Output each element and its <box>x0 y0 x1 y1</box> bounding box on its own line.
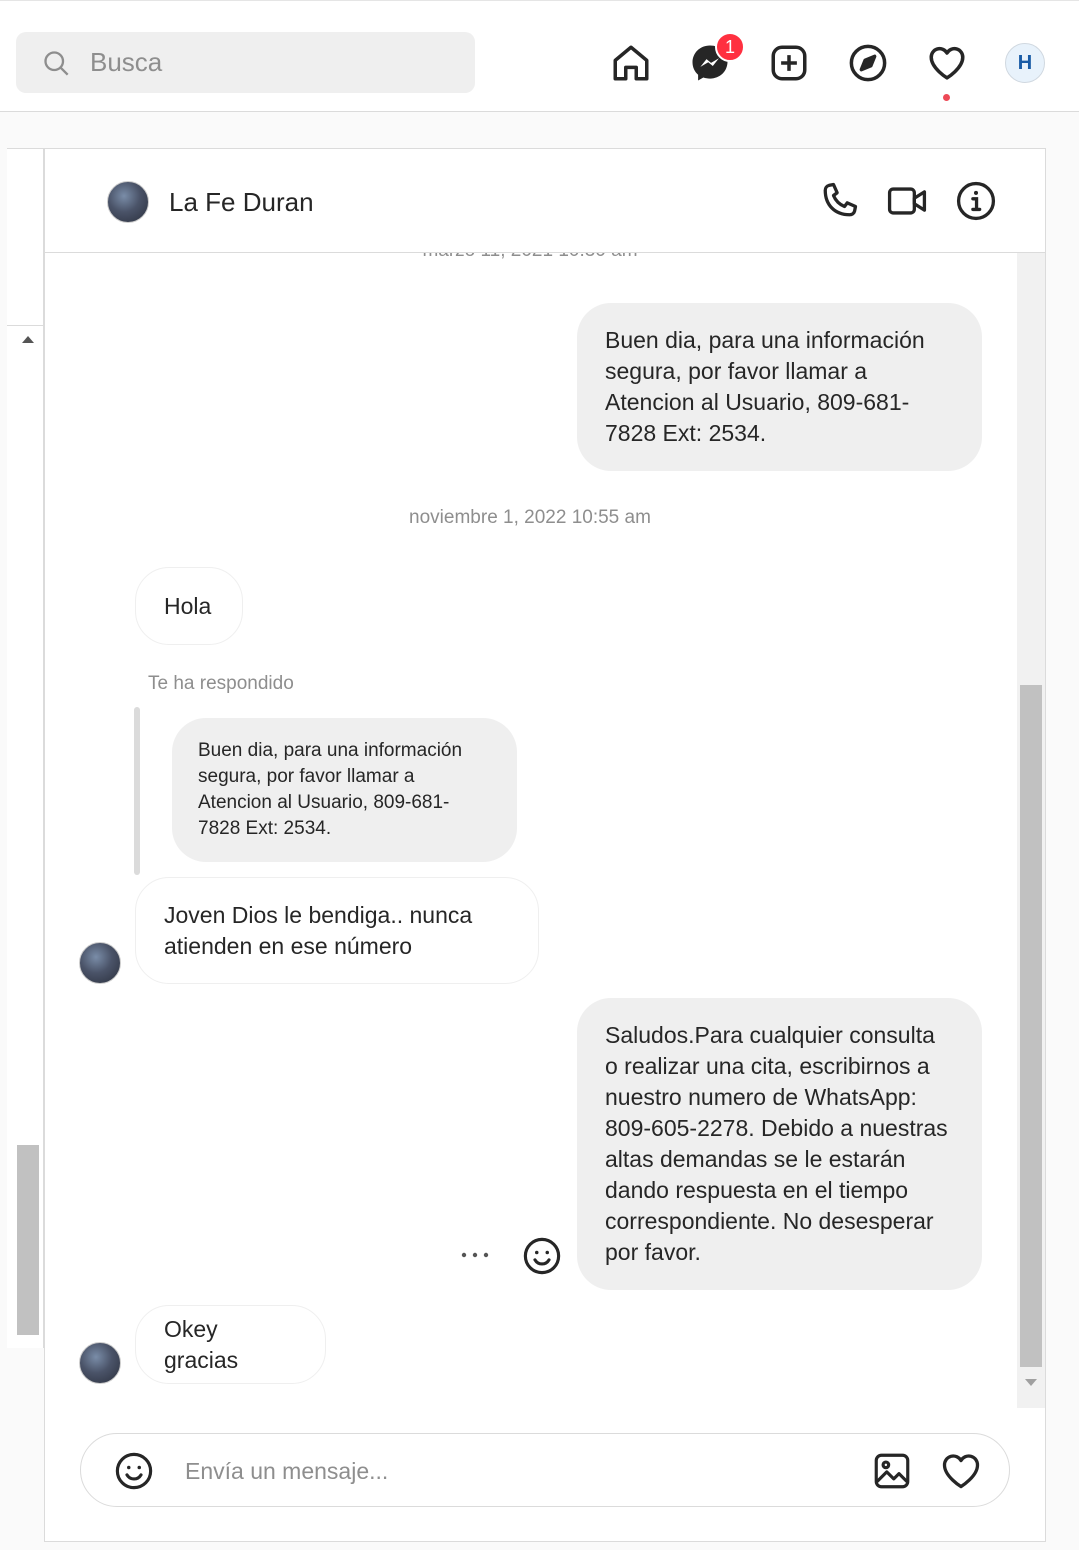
message-input[interactable] <box>185 1452 745 1490</box>
messenger-unread-badge: 1 <box>715 32 745 62</box>
sender-avatar[interactable] <box>79 1342 121 1384</box>
contact-name[interactable]: La Fe Duran <box>169 187 314 218</box>
message-composer <box>80 1433 1010 1507</box>
more-options-icon[interactable] <box>460 1250 490 1260</box>
outgoing-message[interactable]: Buen dia, para una información segura, p… <box>577 303 982 471</box>
notification-dot <box>943 94 950 101</box>
heart-icon[interactable] <box>925 41 969 85</box>
message-scrollbar-thumb[interactable] <box>1020 685 1042 1367</box>
reply-label: Te ha respondido <box>148 673 294 694</box>
message-text: Okey gracias <box>164 1315 239 1373</box>
video-icon[interactable] <box>885 179 929 223</box>
replied-quote[interactable]: Buen dia, para una información segura, p… <box>172 718 517 862</box>
message-thread: marzo 11, 2021 10:30 am Buen dia, para u… <box>45 253 1015 1403</box>
profile-avatar[interactable]: H <box>1005 43 1045 83</box>
react-emoji-icon[interactable] <box>521 1235 563 1277</box>
incoming-message[interactable]: Okey gracias <box>135 1305 326 1384</box>
search-input[interactable] <box>90 47 430 78</box>
quote-text: Buen dia, para una información segura, p… <box>198 740 463 839</box>
reply-bar <box>134 707 140 875</box>
chat-panel: La Fe Duran marzo 11, 2021 10:30 am Buen… <box>44 148 1046 1542</box>
info-icon[interactable] <box>954 179 998 223</box>
timestamp: noviembre 1, 2022 10:55 am <box>409 507 651 528</box>
incoming-message[interactable]: Joven Dios le bendiga.. nunca atienden e… <box>135 877 539 984</box>
outgoing-message[interactable]: Saludos.Para cualquier consulta o realiz… <box>577 998 982 1290</box>
emoji-picker-icon[interactable] <box>113 1450 155 1492</box>
message-text: Buen dia, para una información segura, p… <box>605 327 925 446</box>
phone-icon[interactable] <box>817 179 861 223</box>
top-navigation-bar: 1 H <box>0 0 1079 112</box>
image-upload-icon[interactable] <box>871 1450 913 1492</box>
scroll-down-arrow-icon[interactable] <box>1025 1379 1037 1386</box>
partial-timestamp: marzo 11, 2021 10:30 am <box>45 253 1015 262</box>
explore-compass-icon[interactable] <box>846 41 890 85</box>
search-box[interactable] <box>16 32 475 93</box>
chat-header: La Fe Duran <box>45 149 1045 253</box>
new-post-icon[interactable] <box>767 41 811 85</box>
home-icon[interactable] <box>609 41 653 85</box>
scroll-up-arrow-icon[interactable] <box>22 336 34 343</box>
incoming-message[interactable]: Hola <box>135 567 243 645</box>
message-text: Hola <box>164 592 212 619</box>
like-heart-icon[interactable] <box>939 1449 983 1493</box>
sender-avatar[interactable] <box>79 942 121 984</box>
contact-avatar[interactable] <box>107 181 149 223</box>
message-text: Joven Dios le bendiga.. nunca atienden e… <box>164 901 473 959</box>
message-text: Saludos.Para cualquier consulta o realiz… <box>605 1022 948 1265</box>
search-icon <box>42 49 70 77</box>
inbox-scrollbar-thumb[interactable] <box>17 1145 39 1335</box>
